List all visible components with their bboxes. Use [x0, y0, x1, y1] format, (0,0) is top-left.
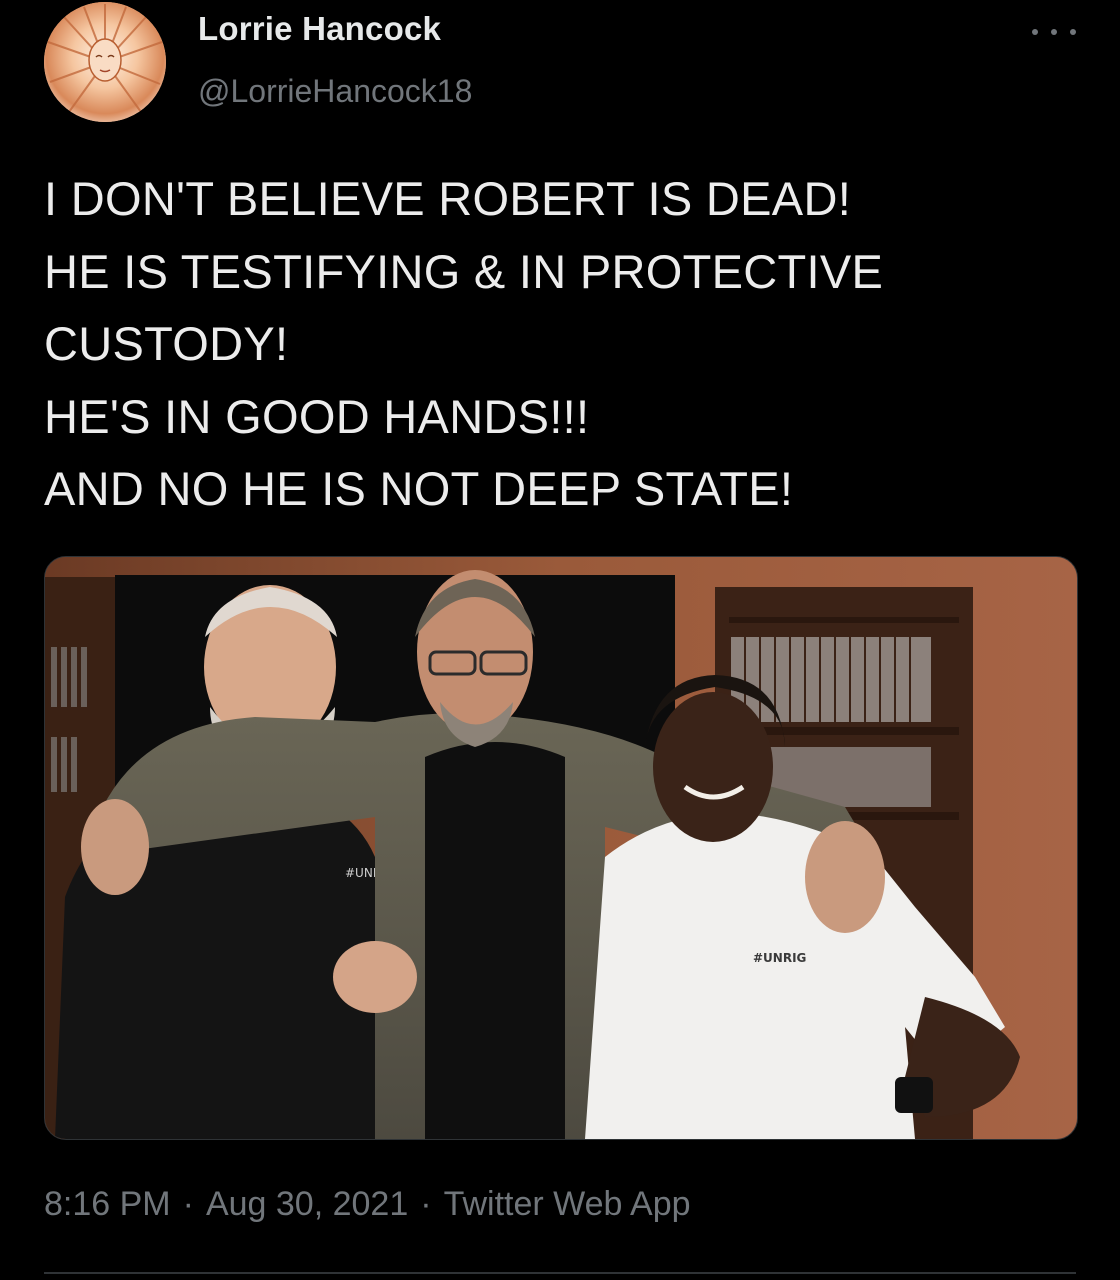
tweet-card: Lorrie Hancock @LorrieHancock18 I DON'T … — [0, 0, 1120, 1280]
author-info: Lorrie Hancock @LorrieHancock18 — [198, 10, 472, 110]
tweet-photo[interactable]: #UNRIG #UNRIG — [44, 556, 1078, 1140]
divider — [44, 1272, 1076, 1274]
tweet-source[interactable]: Twitter Web App — [444, 1185, 691, 1223]
dot — [1032, 29, 1038, 35]
tweet-text-line: CUSTODY! — [44, 317, 289, 370]
tweet-date[interactable]: Aug 30, 2021 — [206, 1185, 408, 1223]
meta-separator: · — [420, 1185, 432, 1223]
author-display-name[interactable]: Lorrie Hancock — [198, 10, 472, 48]
tweet-text-line: HE'S IN GOOD HANDS!!! — [44, 389, 590, 443]
meta-separator: · — [182, 1185, 194, 1223]
shirt-logo-right: #UNRIG — [753, 951, 806, 965]
more-options-icon[interactable] — [1032, 20, 1076, 44]
author-avatar[interactable] — [44, 2, 166, 122]
dot — [1051, 29, 1057, 35]
woman-portrait-icon — [44, 2, 166, 122]
tweet-time[interactable]: 8:16 PM — [44, 1185, 171, 1223]
tweet-meta: 8:16 PM · Aug 30, 2021 · Twitter Web App — [44, 1182, 691, 1226]
tweet-text-line: AND NO HE IS NOT DEEP STATE! — [44, 462, 794, 515]
group-photo-image: #UNRIG #UNRIG — [45, 557, 1077, 1139]
author-handle[interactable]: @LorrieHancock18 — [198, 72, 472, 110]
tweet-text: I DON'T BELIEVE ROBERT IS DEAD! HE IS TE… — [44, 163, 1084, 526]
dot — [1070, 29, 1076, 35]
tweet-text-line: I DON'T BELIEVE ROBERT IS DEAD! — [44, 172, 852, 225]
tweet-text-line: HE IS TESTIFYING & IN PROTECTIVE — [44, 244, 884, 298]
